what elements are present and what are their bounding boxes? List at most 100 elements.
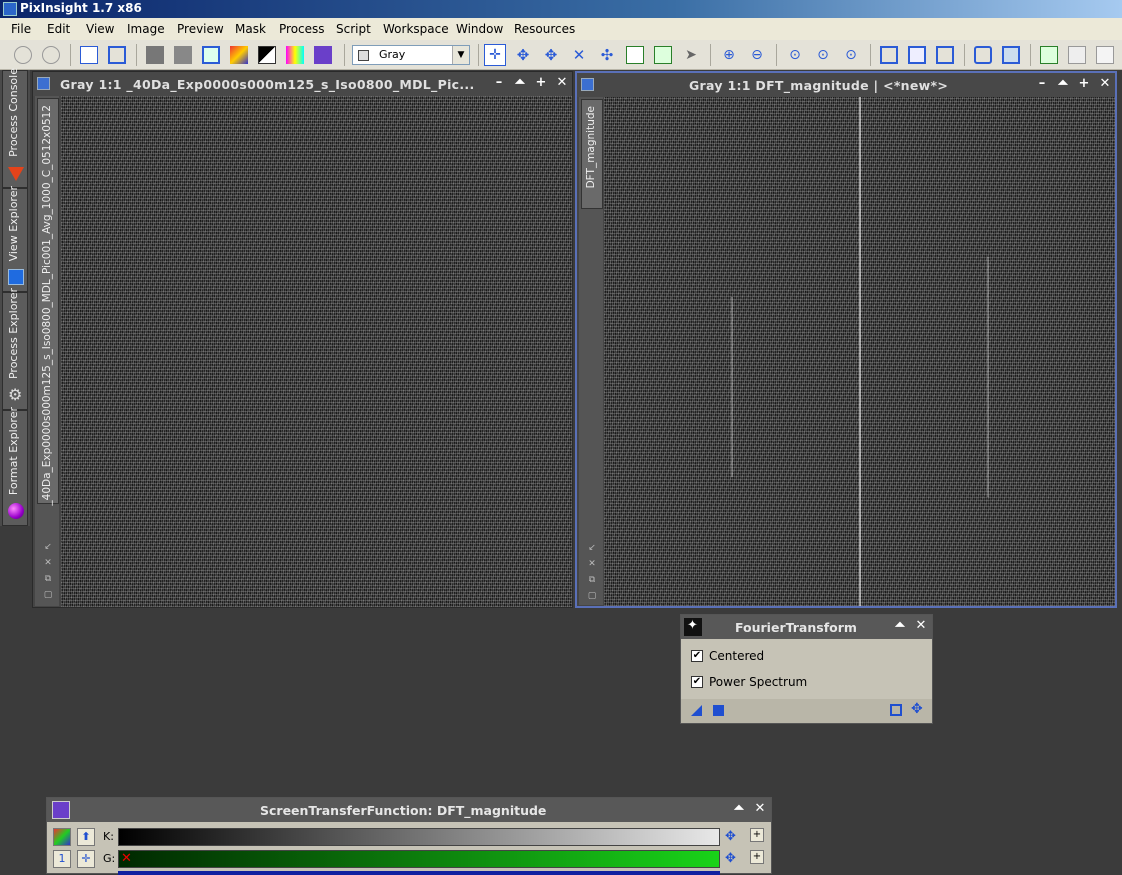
view-selector[interactable]: Gray ▼	[352, 45, 470, 65]
undo-icon[interactable]	[14, 46, 32, 64]
menu-resources[interactable]: Resources	[514, 22, 575, 36]
close-icon[interactable]: ✕	[554, 75, 570, 90]
crosshair-icon[interactable]: ✛	[484, 44, 506, 66]
menu-image[interactable]: Image	[127, 22, 165, 36]
menu-workspace[interactable]: Workspace	[383, 22, 449, 36]
track-view-button[interactable]: 1	[53, 850, 71, 868]
view-tab-cross-icon[interactable]: ✕	[43, 558, 53, 568]
image-window-left[interactable]: Gray 1:1 _40Da_Exp0000s000m125_s_Iso0800…	[32, 71, 573, 608]
k-channel-bar[interactable]	[118, 828, 720, 846]
image-canvas-left[interactable]	[61, 96, 572, 607]
restore-icon[interactable]	[1002, 46, 1020, 64]
view-tab-main[interactable]: DFT_magnitude	[581, 99, 603, 209]
sidebar-tab-process-console[interactable]: Process Console	[2, 68, 28, 188]
color-icon[interactable]	[230, 46, 248, 64]
menu-preview[interactable]: Preview	[177, 22, 224, 36]
menu-file[interactable]: File	[11, 22, 31, 36]
mask-icon[interactable]	[258, 46, 276, 64]
sidebar-tab-process-explorer[interactable]: Process Explorer ⚙	[2, 288, 28, 410]
edit-preview-mode-icon[interactable]	[654, 46, 672, 64]
full-screen-icon[interactable]	[974, 46, 992, 64]
new-preview-mode-icon[interactable]	[626, 46, 644, 64]
zoom-in-icon[interactable]: ⊕	[720, 46, 738, 64]
fourier-panel-header[interactable]: FourierTransform ⏶ ✕	[681, 615, 932, 639]
maximize-icon[interactable]: +	[533, 75, 549, 90]
cascade-icon[interactable]	[908, 46, 926, 64]
rgb-icon[interactable]	[286, 46, 304, 64]
copy-icon[interactable]	[1096, 46, 1114, 64]
power-spectrum-checkbox[interactable]: ✔	[691, 676, 703, 688]
zoom-fit-icon[interactable]: ✥	[514, 46, 532, 64]
new-image-icon[interactable]	[202, 46, 220, 64]
menu-edit[interactable]: Edit	[47, 22, 70, 36]
reset-icon[interactable]: ✥	[911, 701, 923, 717]
fit-view-icon[interactable]	[880, 46, 898, 64]
image-window-left-header[interactable]: Gray 1:1 _40Da_Exp0000s000m125_s_Iso0800…	[33, 72, 572, 96]
centered-checkbox[interactable]: ✔	[691, 650, 703, 662]
disabled-x-icon: ✕	[121, 851, 132, 866]
browse-documentation-icon[interactable]	[890, 704, 902, 716]
g-reset-icon[interactable]: ✥	[725, 851, 736, 866]
shade-icon[interactable]: ⏶	[1055, 76, 1071, 91]
menu-view[interactable]: View	[86, 22, 114, 36]
close-icon[interactable]: ✕	[1097, 76, 1113, 91]
g-expand-icon[interactable]: +	[750, 850, 764, 864]
format-explorer-icon	[8, 503, 24, 519]
view-tab-box-icon[interactable]: ▢	[43, 590, 53, 600]
sidebar-tab-format-explorer[interactable]: Format Explorer	[2, 407, 28, 526]
zoom-2-1-icon[interactable]: ⊙	[842, 46, 860, 64]
k-reset-icon[interactable]: ✥	[725, 829, 736, 844]
image-window-right[interactable]: Gray 1:1 DFT_magnitude | <*new*> – ⏶ + ✕…	[575, 71, 1117, 608]
apply-global-icon[interactable]	[713, 705, 724, 716]
menu-window[interactable]: Window	[456, 22, 503, 36]
clone-view-icon[interactable]	[108, 46, 126, 64]
new-preview-icon[interactable]	[146, 46, 164, 64]
b-channel-bar[interactable]	[118, 871, 720, 875]
minimize-icon[interactable]: –	[1034, 76, 1050, 91]
image-window-right-header[interactable]: Gray 1:1 DFT_magnitude | <*new*> – ⏶ + ✕	[577, 73, 1115, 97]
menu-mask[interactable]: Mask	[235, 22, 266, 36]
view-tab-main[interactable]: _40Da_Exp0000s000m125_s_Iso0800_MDL_Pic0…	[37, 98, 59, 506]
close-icon[interactable]: ✕	[913, 618, 929, 633]
zoom-1-2-icon[interactable]: ⊙	[814, 46, 832, 64]
pan-icon[interactable]: ✣	[598, 46, 616, 64]
zoom-in-arrows-icon[interactable]: ✥	[542, 46, 560, 64]
zoom-out-arrows-icon[interactable]: ✕	[570, 46, 588, 64]
view-tab-arrow-icon[interactable]: ↙	[43, 542, 53, 552]
tile-icon[interactable]	[936, 46, 954, 64]
maximize-icon[interactable]: +	[1076, 76, 1092, 91]
view-tab-arrow-icon[interactable]: ↙	[587, 543, 597, 553]
image-canvas-right[interactable]	[604, 97, 1115, 606]
view-tab-cross-icon[interactable]: ✕	[587, 559, 597, 569]
view-tab-copy-icon[interactable]: ⧉	[43, 574, 53, 584]
image-window-icon	[581, 78, 594, 91]
redo-icon[interactable]	[42, 46, 60, 64]
shade-icon[interactable]: ⏶	[512, 75, 528, 90]
menu-process[interactable]: Process	[279, 22, 325, 36]
g-channel-bar[interactable]: ✕	[118, 850, 720, 868]
sidebar-tab-view-explorer[interactable]: View Explorer	[2, 186, 28, 292]
rgb-link-button[interactable]	[53, 828, 71, 846]
identifier-icon[interactable]	[80, 46, 98, 64]
k-expand-icon[interactable]: +	[750, 828, 764, 842]
stf-icon[interactable]	[314, 46, 332, 64]
shade-icon[interactable]: ⏶	[892, 618, 908, 633]
edit-icon[interactable]	[1068, 46, 1086, 64]
zoom-1-1-icon[interactable]: ⊙	[786, 46, 804, 64]
stf-panel-header[interactable]: ScreenTransferFunction: DFT_magnitude ⏶ …	[47, 798, 771, 822]
preview-edit-icon[interactable]	[174, 46, 192, 64]
view-tab-box-icon[interactable]: ▢	[587, 591, 597, 601]
fourier-icon	[684, 618, 702, 636]
close-icon[interactable]: ✕	[752, 801, 768, 816]
pointer-icon[interactable]: ➤	[682, 46, 700, 64]
chevron-down-icon[interactable]: ▼	[452, 46, 469, 64]
zoom-button[interactable]: ✛	[77, 850, 95, 868]
new-instance-icon[interactable]	[691, 705, 702, 716]
auto-stretch-button[interactable]: ⬆	[77, 828, 95, 846]
minimize-icon[interactable]: –	[491, 75, 507, 90]
add-icon[interactable]	[1040, 46, 1058, 64]
shade-icon[interactable]: ⏶	[731, 801, 747, 816]
menu-script[interactable]: Script	[336, 22, 371, 36]
zoom-out-icon[interactable]: ⊖	[748, 46, 766, 64]
view-tab-copy-icon[interactable]: ⧉	[587, 575, 597, 585]
